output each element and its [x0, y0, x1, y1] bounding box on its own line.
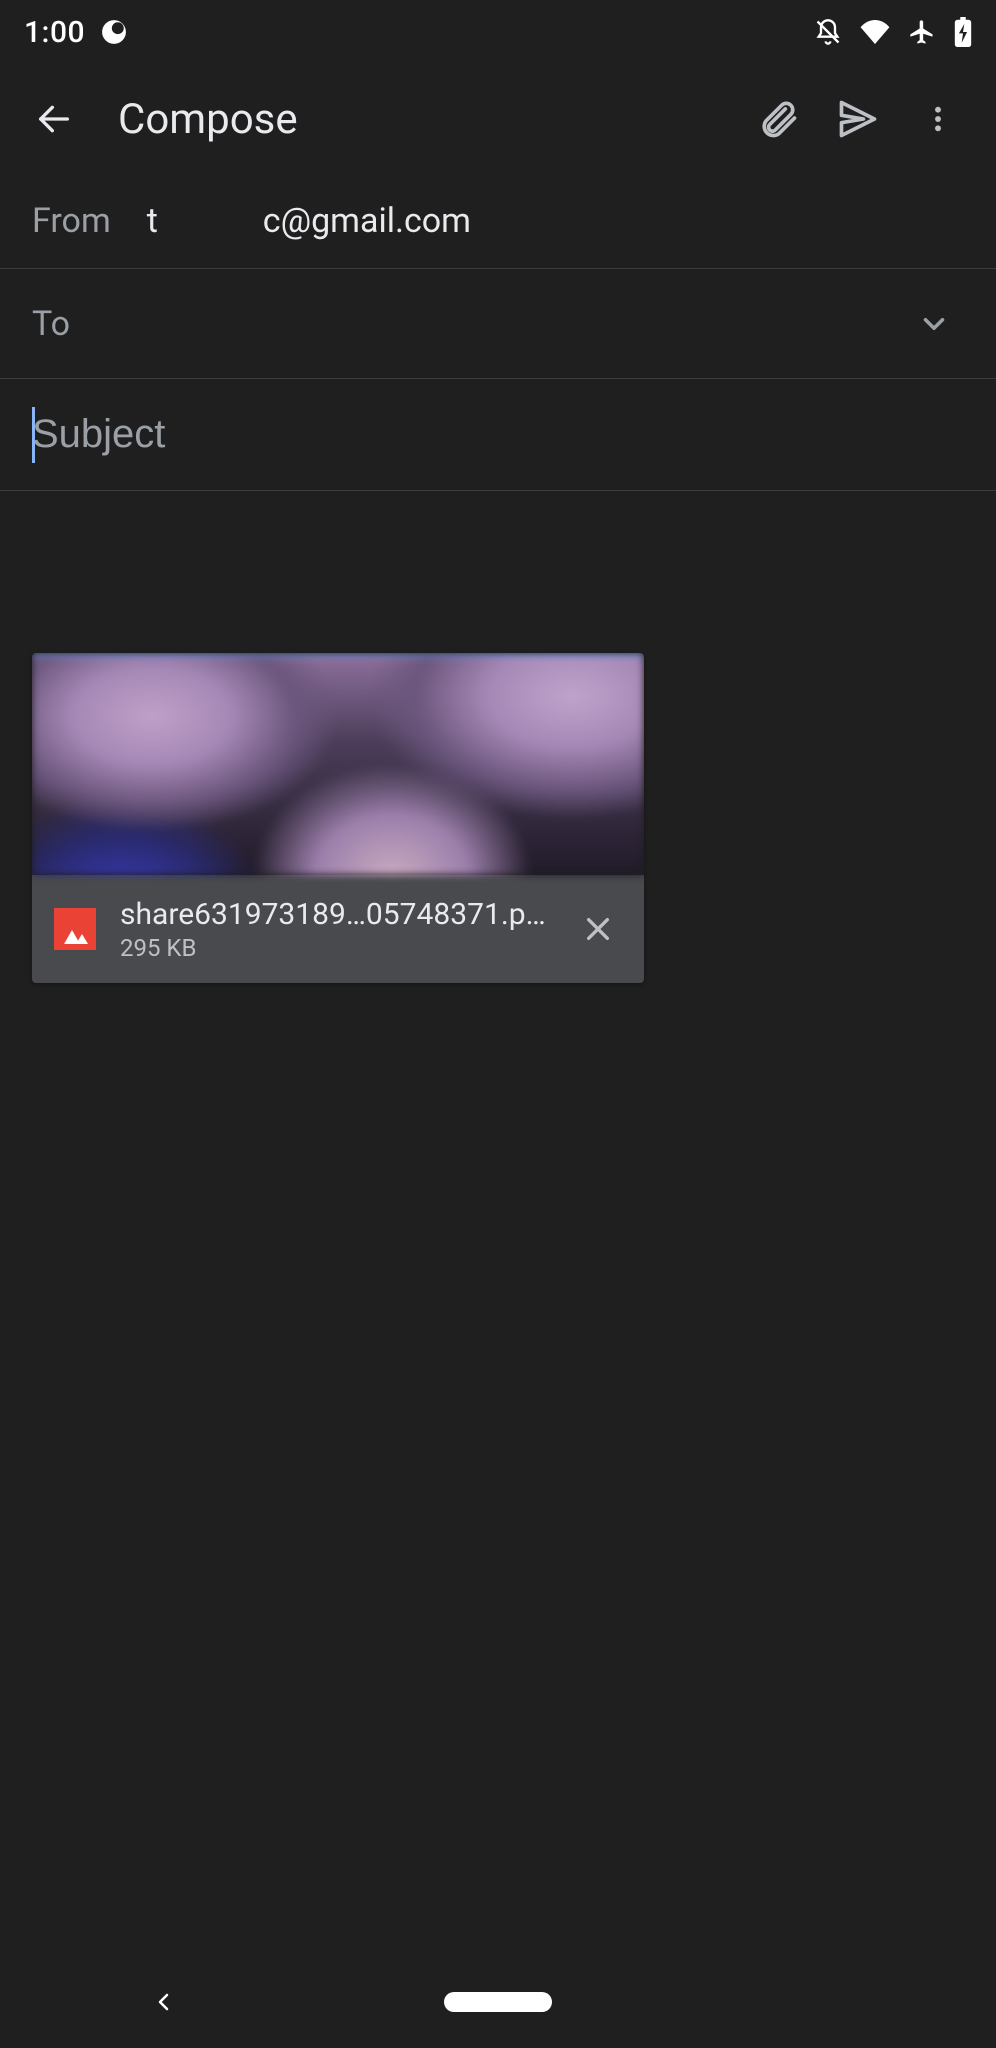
status-bar: 1:00 — [0, 0, 996, 64]
app-notification-icon — [101, 19, 127, 45]
attachment-card: share631973189…05748371.png 295 KB — [32, 653, 644, 983]
remove-attachment-button[interactable] — [574, 905, 622, 953]
wifi-icon — [860, 20, 890, 44]
attachment-file-name: share631973189…05748371.png — [120, 897, 550, 932]
back-button[interactable] — [18, 83, 90, 155]
image-file-icon — [54, 908, 96, 950]
attach-button[interactable] — [738, 83, 818, 155]
system-nav-bar — [0, 1956, 996, 2048]
system-back-button[interactable] — [140, 1978, 188, 2026]
chevron-down-icon — [917, 307, 951, 341]
battery-charging-icon — [954, 17, 972, 47]
subject-row — [0, 379, 996, 491]
status-time: 1:00 — [24, 15, 85, 50]
from-email-domain: c@gmail.com — [263, 201, 471, 241]
dnd-off-icon — [814, 18, 842, 46]
chevron-left-icon — [152, 1990, 176, 2014]
from-row[interactable]: From t c@gmail.com — [0, 174, 996, 269]
arrow-left-icon — [34, 99, 74, 139]
airplane-mode-icon — [908, 18, 936, 46]
to-input[interactable] — [106, 304, 904, 343]
status-right — [814, 17, 972, 47]
attachment-preview[interactable] — [32, 653, 644, 875]
compose-body[interactable]: share631973189…05748371.png 295 KB — [0, 491, 996, 1956]
attachment-file-size: 295 KB — [120, 934, 550, 962]
send-button[interactable] — [818, 83, 898, 155]
system-home-pill[interactable] — [444, 1992, 552, 2012]
text-cursor — [32, 407, 35, 463]
from-label: From — [32, 201, 111, 241]
expand-recipients-button[interactable] — [904, 294, 964, 354]
more-vert-icon — [922, 99, 954, 139]
to-row: To — [0, 269, 996, 379]
send-icon — [836, 97, 880, 141]
close-icon — [582, 913, 614, 945]
to-label: To — [32, 304, 70, 344]
paperclip-icon — [756, 97, 800, 141]
status-left: 1:00 — [24, 15, 127, 50]
from-email-user: t — [147, 201, 227, 241]
body-text-area[interactable] — [32, 523, 964, 653]
attachment-footer: share631973189…05748371.png 295 KB — [32, 875, 644, 983]
app-bar: Compose — [0, 64, 996, 174]
subject-input[interactable] — [32, 412, 964, 457]
attachment-text: share631973189…05748371.png 295 KB — [120, 897, 550, 962]
more-options-button[interactable] — [898, 83, 978, 155]
page-title: Compose — [118, 95, 738, 144]
